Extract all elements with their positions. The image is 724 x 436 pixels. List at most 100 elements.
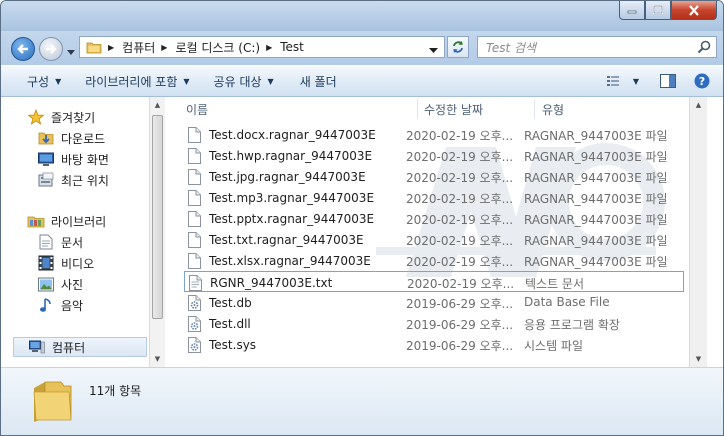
nav-favorites[interactable]: 즐겨찾기 xyxy=(27,107,95,127)
file-name-cell: Test.mp3.ragnar_9447003E xyxy=(188,190,374,206)
column-header-type[interactable]: 유형 xyxy=(542,97,564,121)
file-name: Test.mp3.ragnar_9447003E xyxy=(209,191,375,205)
file-type: RAGNAR_9447003E 파일 xyxy=(524,171,668,185)
minimize-icon xyxy=(627,10,637,14)
content-area: 즐겨찾기 다운로드 바탕 화면 최근 위치 라이브러리 문서 비디오 사진 음악… xyxy=(1,97,723,367)
column-divider[interactable] xyxy=(417,99,418,119)
scroll-down-arrow[interactable]: ▼ xyxy=(150,351,165,367)
change-view-button[interactable] xyxy=(603,70,629,92)
address-dropdown[interactable] xyxy=(429,43,438,57)
include-library-button[interactable]: 라이브러리에 포함 ▼ xyxy=(75,69,199,93)
column-header-date[interactable]: 수정한 날짜 xyxy=(424,97,483,121)
nav-desktop[interactable]: 바탕 화면 xyxy=(37,149,109,169)
scroll-down-arrow[interactable]: ▼ xyxy=(690,351,707,367)
close-icon xyxy=(689,4,699,16)
column-divider[interactable] xyxy=(534,99,535,119)
breadcrumb-test[interactable]: Test xyxy=(280,40,304,54)
file-row[interactable]: Test.pptx.ragnar_9447003E 2020-02-19 오후..… xyxy=(184,208,684,229)
preview-pane-button[interactable] xyxy=(655,70,681,92)
breadcrumb-separator[interactable]: ▶ xyxy=(161,43,167,52)
file-date: 2020-02-19 오후... xyxy=(406,171,514,185)
file-list-scrollbar[interactable]: ▲ ▼ xyxy=(689,97,707,367)
new-folder-button[interactable]: 새 폴더 xyxy=(290,69,347,93)
organize-label: 구성 xyxy=(27,74,50,89)
breadcrumb-computer[interactable]: 컴퓨터 xyxy=(122,39,155,56)
file-row[interactable]: Test.jpg.ragnar_9447003E 2020-02-19 오후...… xyxy=(184,166,684,187)
file-type: RAGNAR_9447003E 파일 xyxy=(524,234,668,248)
file-row[interactable]: RGNR_9447003E.txt 2020-02-19 오후... 텍스트 문서 xyxy=(184,271,684,292)
svg-text:?: ? xyxy=(699,75,705,88)
file-date: 2020-02-19 오후... xyxy=(406,213,514,227)
file-name-cell: Test.db xyxy=(188,295,252,311)
maximize-icon xyxy=(653,5,663,14)
file-type: RAGNAR_9447003E 파일 xyxy=(524,150,668,164)
view-options-dropdown[interactable]: ▼ xyxy=(629,70,643,92)
file-row[interactable]: Test.txt.ragnar_9447003E 2020-02-19 오후...… xyxy=(184,229,684,250)
file-name: Test.dll xyxy=(209,317,251,331)
chevron-down-icon xyxy=(429,48,438,53)
refresh-button[interactable] xyxy=(447,36,469,58)
file-row[interactable]: Test.db 2019-06-29 오후... Data Base File xyxy=(184,292,684,313)
command-bar: 구성 ▼ 라이브러리에 포함 ▼ 공유 대상 ▼ 새 폴더 ▼ ? xyxy=(1,65,723,97)
file-name: RGNR_9447003E.txt xyxy=(210,276,333,290)
scrollbar-thumb[interactable] xyxy=(152,115,163,319)
breadcrumb-local-disk[interactable]: 로컬 디스크 (C:) xyxy=(175,39,260,56)
nav-computer[interactable]: 컴퓨터 xyxy=(13,337,147,357)
nav-libraries-label: 라이브러리 xyxy=(51,214,107,229)
file-name: Test.pptx.ragnar_9447003E xyxy=(209,212,375,226)
nav-music[interactable]: 음악 xyxy=(37,295,83,315)
scroll-up-arrow[interactable]: ▲ xyxy=(690,97,707,113)
arrow-right-icon xyxy=(46,44,57,54)
chevron-down-icon: ▼ xyxy=(632,76,640,86)
search-icon[interactable] xyxy=(697,40,711,57)
file-row[interactable]: Test.dll 2019-06-29 오후... 응용 프로그램 확장 xyxy=(184,313,684,334)
back-button[interactable] xyxy=(11,37,35,61)
file-row[interactable]: Test.sys 2019-06-29 오후... 시스템 파일 xyxy=(184,334,684,355)
file-row[interactable]: Test.xlsx.ragnar_9447003E 2020-02-19 오후..… xyxy=(184,250,684,271)
nav-videos[interactable]: 비디오 xyxy=(37,253,94,273)
blank-file-icon xyxy=(188,211,202,227)
minimize-button[interactable] xyxy=(619,1,645,20)
file-date: 2020-02-19 오후... xyxy=(406,234,514,248)
nav-downloads[interactable]: 다운로드 xyxy=(37,128,105,148)
file-type: Data Base File xyxy=(524,295,610,309)
blank-file-icon xyxy=(188,127,202,143)
scroll-up-arrow[interactable]: ▲ xyxy=(150,97,165,113)
arrow-left-icon xyxy=(17,44,28,54)
breadcrumb-separator[interactable]: ▶ xyxy=(108,43,114,52)
help-button[interactable]: ? xyxy=(689,70,715,92)
forward-button[interactable] xyxy=(39,37,63,61)
preview-pane-icon xyxy=(660,74,676,88)
chevron-down-icon xyxy=(67,50,75,55)
file-name-cell: Test.sys xyxy=(188,337,256,353)
search-input[interactable] xyxy=(484,38,688,58)
file-name-cell: Test.xlsx.ragnar_9447003E xyxy=(188,253,371,269)
column-date-label: 수정한 날짜 xyxy=(424,102,484,117)
file-row[interactable]: Test.docx.ragnar_9447003E 2020-02-19 오후..… xyxy=(184,124,684,145)
column-header-name[interactable]: 이름 xyxy=(186,97,208,121)
libraries-icon xyxy=(27,213,45,229)
share-with-button[interactable]: 공유 대상 ▼ xyxy=(204,69,284,93)
file-name-cell: Test.docx.ragnar_9447003E xyxy=(188,127,376,143)
address-box[interactable]: ▶ 컴퓨터 ▶ 로컬 디스크 (C:) ▶ Test xyxy=(79,36,445,58)
organize-button[interactable]: 구성 ▼ xyxy=(17,69,71,93)
nav-pictures[interactable]: 사진 xyxy=(37,274,83,294)
nav-documents[interactable]: 문서 xyxy=(37,232,83,252)
video-icon xyxy=(37,255,55,271)
file-row[interactable]: Test.hwp.ragnar_9447003E 2020-02-19 오후...… xyxy=(184,145,684,166)
nav-recent-places[interactable]: 최근 위치 xyxy=(37,170,109,190)
file-date: 2019-06-29 오후... xyxy=(406,339,514,353)
nav-libraries[interactable]: 라이브러리 xyxy=(27,211,106,231)
file-row[interactable]: Test.mp3.ragnar_9447003E 2020-02-19 오후...… xyxy=(184,187,684,208)
refresh-icon xyxy=(453,41,463,53)
blank-file-icon xyxy=(188,232,202,248)
column-type-label: 유형 xyxy=(542,102,565,117)
nav-favorites-label: 즐겨찾기 xyxy=(51,110,96,125)
nav-music-label: 음악 xyxy=(61,298,84,313)
recent-pages-dropdown[interactable] xyxy=(67,45,75,59)
maximize-button[interactable] xyxy=(645,1,671,20)
close-button[interactable] xyxy=(671,1,717,20)
gear-file-icon xyxy=(188,337,202,353)
breadcrumb-separator[interactable]: ▶ xyxy=(266,43,272,52)
navigation-scrollbar[interactable]: ▲ ▼ xyxy=(149,97,165,367)
